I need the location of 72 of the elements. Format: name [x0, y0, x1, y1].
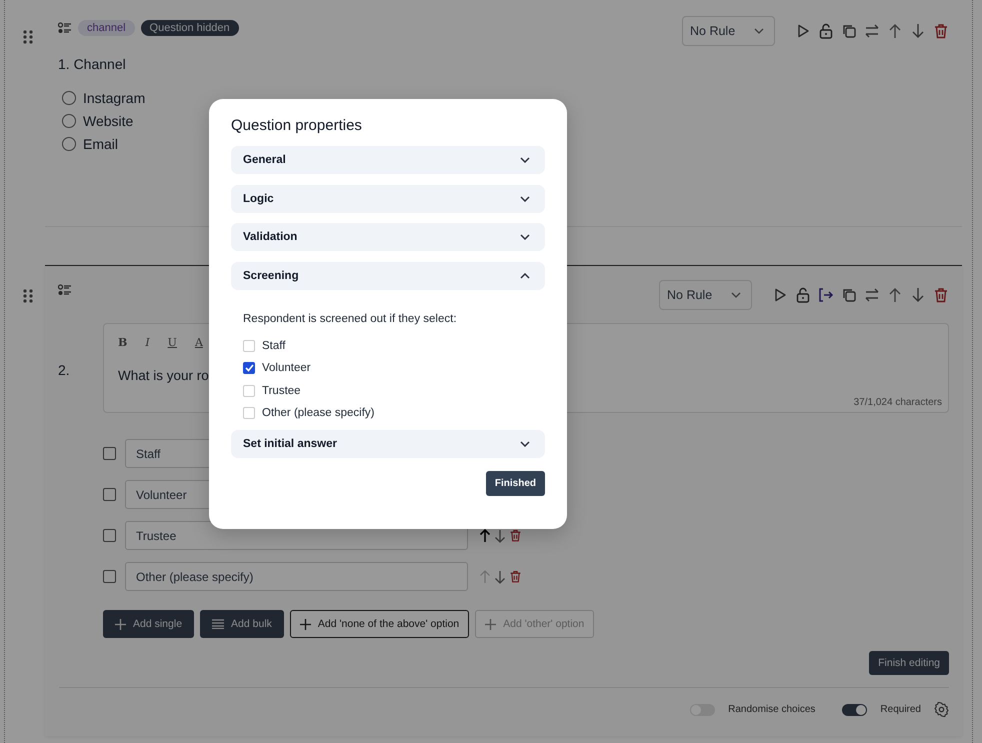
dialog-title: Question properties — [231, 117, 363, 134]
accordion-header[interactable]: Screening — [231, 262, 545, 290]
variable-tag: channel — [78, 20, 135, 36]
delete-icon[interactable] — [933, 23, 949, 39]
arrow-up-icon[interactable] — [479, 528, 491, 542]
unlocked-padlock-icon[interactable] — [818, 23, 834, 39]
swap-icon[interactable] — [864, 23, 880, 39]
accordion-header[interactable]: General — [231, 146, 545, 174]
finished-button[interactable]: Finished — [486, 470, 545, 496]
chevron-up-icon — [520, 272, 530, 278]
list-type-icon — [58, 284, 72, 296]
question-title: 1. Channel — [57, 55, 127, 72]
accordion-header[interactable]: Logic — [231, 184, 545, 212]
settings-icon[interactable] — [934, 702, 949, 717]
finish-editing-button[interactable]: Finish editing — [869, 651, 949, 675]
option-label: Instagram — [83, 90, 146, 106]
chevron-down-icon — [520, 234, 530, 240]
toggle-label: Required — [880, 704, 921, 715]
exit-icon[interactable] — [818, 287, 834, 303]
question-number: 2. — [58, 361, 71, 380]
unlocked-padlock-icon[interactable] — [795, 287, 811, 303]
delete-icon[interactable] — [509, 570, 522, 583]
rule-select[interactable]: No Rule — [659, 280, 752, 310]
chevron-down-icon — [754, 28, 764, 34]
plus-icon — [115, 618, 126, 630]
plus-icon — [300, 618, 311, 630]
drag-handle-icon[interactable] — [23, 30, 33, 44]
checkbox-label: Other (please specify) — [262, 407, 374, 420]
option-label: Website — [83, 113, 134, 129]
checkbox[interactable] — [103, 529, 116, 542]
checkbox-label: Trustee — [262, 384, 301, 397]
checkbox[interactable] — [243, 362, 255, 374]
swap-icon[interactable] — [864, 287, 880, 303]
option-label: Email — [83, 136, 118, 152]
chevron-down-icon — [731, 292, 741, 298]
radio-button[interactable] — [62, 91, 76, 105]
choice-input-field[interactable]: Other (please specify) — [125, 562, 468, 591]
checkbox-label: Volunteer — [262, 362, 311, 374]
toggle-label: Randomise choices — [728, 704, 816, 715]
chevron-down-icon — [520, 441, 530, 448]
question-text: What is your ro — [118, 368, 209, 383]
checkbox[interactable] — [103, 570, 116, 583]
accordion-header[interactable]: Validation — [231, 223, 545, 251]
copy-icon[interactable] — [841, 23, 857, 39]
checkbox-label: Staff — [262, 340, 286, 352]
format-button[interactable]: I — [145, 336, 150, 349]
add-option-button[interactable]: Add 'none of the above' option — [290, 610, 470, 638]
arrow-down-icon[interactable] — [494, 528, 506, 542]
format-button[interactable]: U — [168, 336, 177, 349]
radio-button[interactable] — [62, 137, 76, 151]
status-badge: Question hidden — [140, 20, 239, 36]
list-type-icon — [58, 22, 72, 34]
rule-select[interactable]: No Rule — [682, 16, 775, 46]
checkbox[interactable] — [103, 447, 116, 460]
format-button[interactable]: B — [118, 336, 128, 349]
drag-handle-icon[interactable] — [23, 289, 33, 303]
lines-icon — [212, 619, 224, 629]
chevron-down-icon — [520, 157, 530, 163]
add-option-button[interactable]: Add single — [103, 610, 194, 638]
plus-icon — [485, 618, 496, 630]
accordion-header[interactable]: Set initial answer — [231, 430, 545, 458]
copy-icon[interactable] — [841, 287, 857, 303]
chevron-down-icon — [520, 196, 530, 202]
toggle-switch[interactable] — [842, 704, 868, 716]
delete-icon[interactable] — [509, 529, 522, 542]
screening-prompt: Respondent is screened out if they select: — [243, 313, 458, 325]
delete-icon[interactable] — [933, 287, 949, 303]
format-button[interactable]: A — [194, 336, 203, 349]
character-counter: 37/1,024 characters — [854, 397, 942, 408]
checkbox[interactable] — [103, 488, 116, 501]
radio-button[interactable] — [62, 114, 76, 128]
add-option-button[interactable]: Add bulk — [200, 610, 284, 638]
